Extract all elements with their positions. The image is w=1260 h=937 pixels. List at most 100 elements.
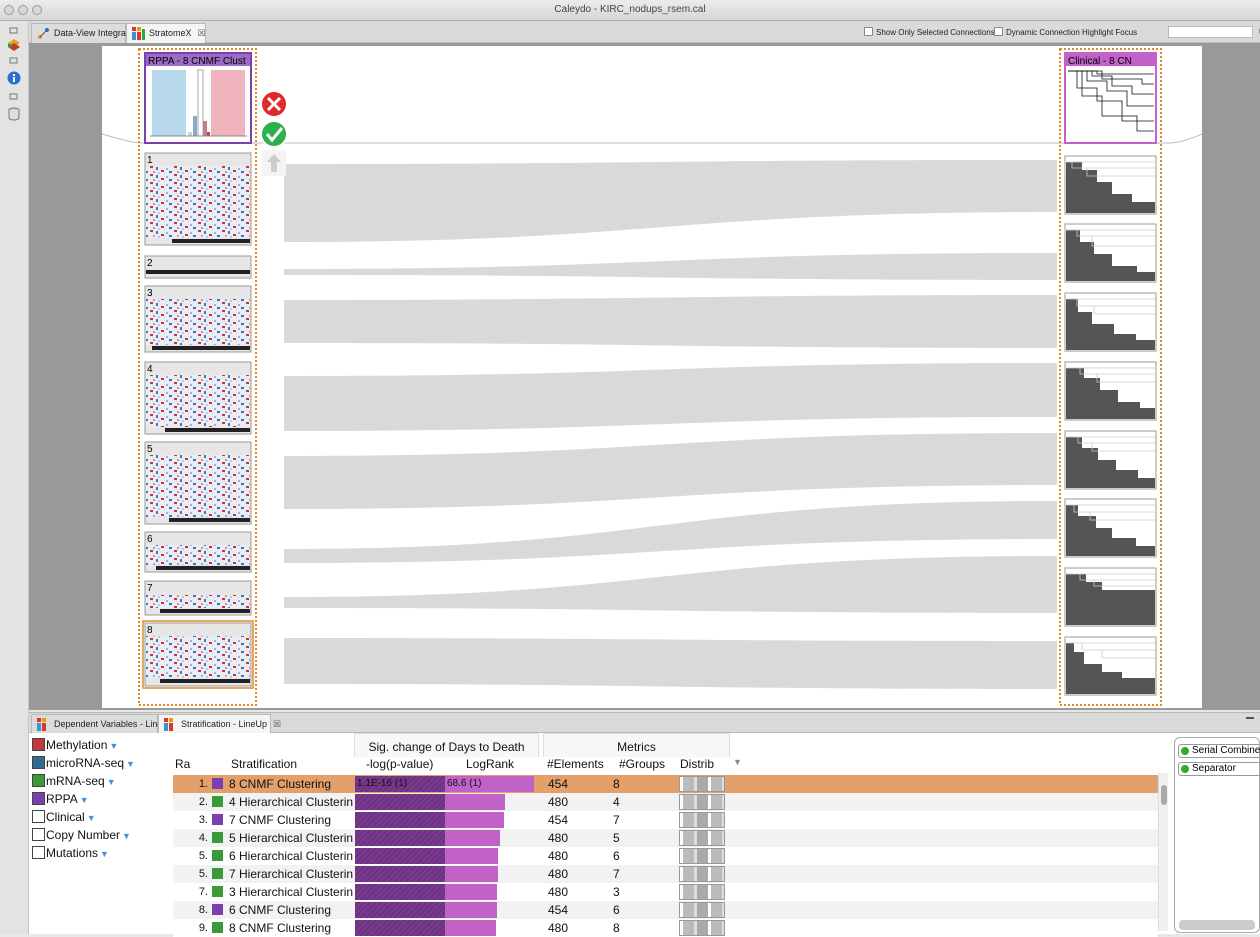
- filter-item[interactable]: Clinical ▼: [32, 810, 96, 824]
- ribbon-2[interactable]: [284, 253, 1057, 280]
- filter-funnel-icon[interactable]: ▼: [87, 813, 96, 823]
- group-block-5[interactable]: 5: [144, 441, 252, 525]
- lineup-icon: [37, 718, 46, 731]
- filter-funnel-icon[interactable]: ▼: [122, 831, 131, 841]
- group-block-3[interactable]: 3: [144, 285, 252, 353]
- table-row[interactable]: 4. 5 Hierarchical Clusterin 480 5: [173, 829, 1158, 847]
- header-histogram: [150, 69, 247, 137]
- sig-group-header[interactable]: Sig. change of Days to Death: [354, 733, 539, 757]
- datatype-swatch[interactable]: [32, 738, 45, 751]
- ribbon-1[interactable]: [284, 160, 1057, 242]
- show-selected-checkbox[interactable]: [864, 27, 873, 36]
- km-plot-1[interactable]: [1064, 155, 1157, 215]
- filter-item[interactable]: RPPA ▼: [32, 792, 89, 806]
- group-block-1[interactable]: 1: [144, 152, 252, 246]
- datatype-swatch[interactable]: [32, 810, 45, 823]
- group-block-2[interactable]: 2: [144, 255, 252, 279]
- stratification-column-header[interactable]: Stratification: [231, 757, 297, 771]
- filter-funnel-icon[interactable]: ▼: [107, 777, 116, 787]
- rank-column-header[interactable]: Ra: [175, 757, 190, 771]
- km-plot-7[interactable]: [1064, 567, 1157, 627]
- distrib-column-header[interactable]: Distrib: [680, 757, 714, 771]
- groups-column-header[interactable]: #Groups: [619, 757, 665, 771]
- tab-stratomex[interactable]: StratomeX ☒: [126, 23, 206, 43]
- restore-icon[interactable]: [8, 93, 20, 101]
- pvalue-column-header[interactable]: -log(p-value): [366, 757, 433, 771]
- minimize-icon[interactable]: [1246, 717, 1254, 719]
- info-icon[interactable]: [7, 71, 21, 85]
- ribbon-8[interactable]: [284, 638, 1057, 689]
- serial-combiner-item[interactable]: Serial Combiner: [1178, 744, 1260, 758]
- logrank-column-header[interactable]: LogRank: [466, 757, 514, 771]
- tab-data-view-integrator[interactable]: Data-View Integrator: [31, 23, 136, 43]
- filter-funnel-icon[interactable]: ▼: [126, 759, 135, 769]
- confirm-column-icon[interactable]: [260, 120, 288, 148]
- datatype-swatch[interactable]: [32, 828, 45, 841]
- ribbon-3[interactable]: [284, 295, 1057, 348]
- table-row[interactable]: 1. 8 CNMF Clustering 1.1E-16 (1) 68.6 (1) 45…: [173, 775, 1158, 793]
- search-input[interactable]: [1168, 26, 1253, 38]
- lineup-panel: Methylation ▼ microRNA-seq ▼ mRNA-seq ▼ RPPA ▼ C…: [29, 733, 1260, 937]
- dynamic-highlight-checkbox[interactable]: [994, 27, 1003, 36]
- filter-item[interactable]: mRNA-seq ▼: [32, 774, 116, 788]
- show-selected-connections-option[interactable]: Show Only Selected Connections: [864, 27, 995, 37]
- group-block-7[interactable]: 7: [144, 580, 252, 616]
- tab-stratification-lineup[interactable]: Stratification - LineUp ☒: [158, 714, 281, 734]
- km-plot-2[interactable]: [1064, 223, 1157, 283]
- close-tab-icon[interactable]: ☒: [198, 28, 206, 38]
- filter-item[interactable]: microRNA-seq ▼: [32, 756, 135, 770]
- group-block-4[interactable]: 4: [144, 361, 252, 435]
- table-row[interactable]: 5. 6 Hierarchical Clusterin 480 6: [173, 847, 1158, 865]
- elements-cell: 454: [548, 813, 569, 827]
- km-plot-8[interactable]: [1064, 636, 1157, 696]
- stratification-cell: 3 Hierarchical Clusterin: [229, 885, 354, 899]
- filter-item[interactable]: Methylation ▼: [32, 738, 118, 752]
- filter-item[interactable]: Mutations ▼: [32, 846, 109, 860]
- close-tab-icon[interactable]: ☒: [273, 719, 281, 729]
- filter-funnel-icon[interactable]: ▼: [109, 741, 118, 751]
- ribbon-6[interactable]: [284, 501, 1057, 563]
- datatype-swatch[interactable]: [32, 774, 45, 787]
- move-up-icon[interactable]: [262, 150, 286, 176]
- datatype-swatch[interactable]: [32, 846, 45, 859]
- table-row[interactable]: 8. 6 CNMF Clustering 454 6: [173, 901, 1158, 919]
- add-column-chevron-icon[interactable]: ▼: [733, 757, 742, 767]
- filter-funnel-icon[interactable]: ▼: [80, 795, 89, 805]
- group-block-8[interactable]: 8: [142, 620, 254, 689]
- scrollbar-thumb[interactable]: [1161, 785, 1167, 805]
- datatype-swatch[interactable]: [32, 756, 45, 769]
- ribbon-5[interactable]: [284, 433, 1057, 509]
- datatype-color-square: [212, 868, 223, 879]
- trash-drop-area[interactable]: [1179, 920, 1255, 930]
- km-plot-6[interactable]: [1064, 498, 1157, 558]
- table-row[interactable]: 3. 7 CNMF Clustering 454 7: [173, 811, 1158, 829]
- filter-label: mRNA-seq: [46, 774, 105, 788]
- ribbon-4[interactable]: [284, 363, 1057, 431]
- caleydo-logo-icon[interactable]: [8, 39, 20, 51]
- groups-cell: 8: [613, 777, 620, 791]
- distribution-cell: [679, 830, 725, 846]
- km-plot-4[interactable]: [1064, 361, 1157, 421]
- pvalue-bar: [355, 812, 445, 828]
- remove-column-icon[interactable]: [260, 90, 288, 118]
- tab-dependent-variables-lineup[interactable]: Dependent Variables - LineUp: [31, 714, 174, 734]
- table-row[interactable]: 9. 8 CNMF Clustering 480 8: [173, 919, 1158, 937]
- vertical-scrollbar[interactable]: [1158, 773, 1168, 931]
- datatype-swatch[interactable]: [32, 792, 45, 805]
- elements-column-header[interactable]: #Elements: [547, 757, 604, 771]
- km-plot-3[interactable]: [1064, 292, 1157, 352]
- filter-item[interactable]: Copy Number ▼: [32, 828, 131, 842]
- metrics-group-header[interactable]: Metrics: [543, 733, 730, 757]
- dynamic-highlight-option[interactable]: Dynamic Connection Highlight Focus: [994, 27, 1137, 37]
- table-row[interactable]: 7. 3 Hierarchical Clusterin 480 3: [173, 883, 1158, 901]
- table-row[interactable]: 2. 4 Hierarchical Clusterin 480 4: [173, 793, 1158, 811]
- restore-icon[interactable]: [8, 27, 20, 35]
- restore-icon[interactable]: [8, 57, 20, 65]
- group-block-6[interactable]: 6: [144, 531, 252, 573]
- ribbon-7[interactable]: [284, 556, 1057, 613]
- table-row[interactable]: 5. 7 Hierarchical Clusterin 480 7: [173, 865, 1158, 883]
- database-icon[interactable]: [8, 107, 20, 121]
- filter-funnel-icon[interactable]: ▼: [100, 849, 109, 859]
- km-plot-5[interactable]: [1064, 430, 1157, 490]
- separator-item[interactable]: Separator: [1178, 762, 1260, 776]
